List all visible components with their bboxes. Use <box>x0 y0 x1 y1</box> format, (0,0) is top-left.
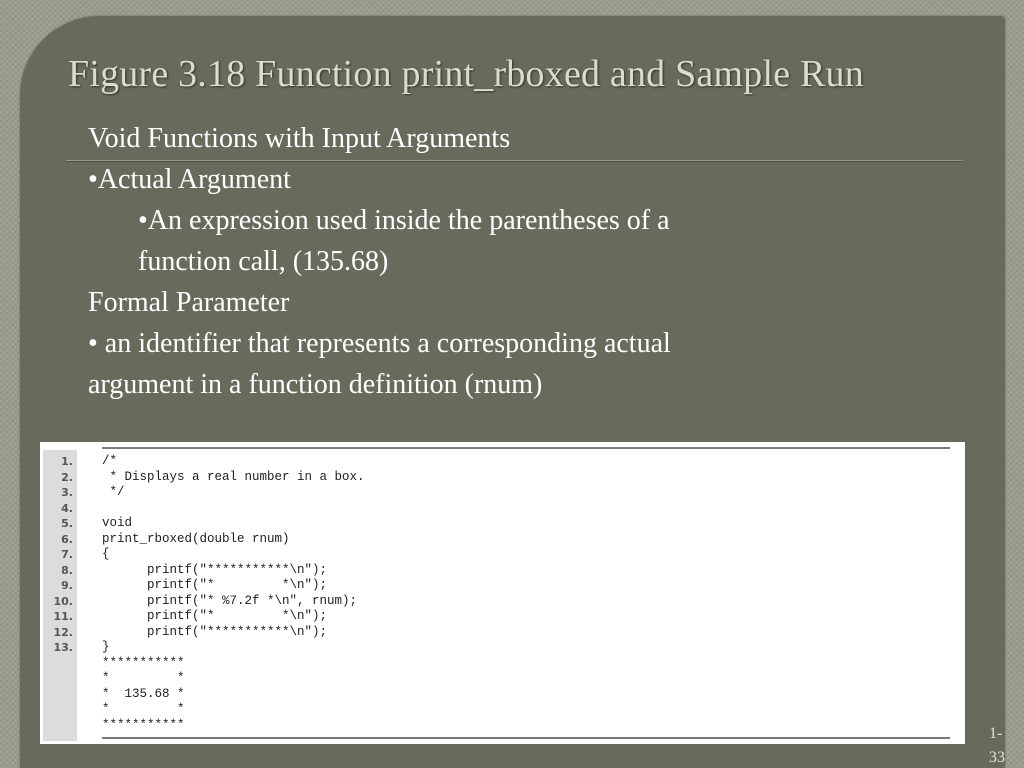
sample-run-line: * * <box>102 702 185 716</box>
sample-run-line: *********** <box>102 655 185 670</box>
figure-bottom-rule <box>102 737 950 739</box>
code-line: { <box>102 547 110 561</box>
sample-run-line: *********** <box>102 717 185 732</box>
sub-bullet-expression: •An expression used inside the parenthes… <box>138 205 670 236</box>
code-line: printf("* *\n"); <box>102 609 328 623</box>
heading-void-functions: Void Functions with Input Arguments <box>88 123 511 154</box>
code-line: printf("* *\n"); <box>102 578 328 592</box>
page-number: 1- 33 <box>989 722 1019 768</box>
sample-run-line: * 135.68 * <box>102 686 185 701</box>
line-number: 6. <box>61 532 73 546</box>
code-line: printf("***********\n"); <box>102 562 328 577</box>
code-line: print_rboxed(double rnum) <box>102 531 290 546</box>
code-line: * Displays a real number in a box. <box>102 469 365 484</box>
sub-bullet-expression-cont: function call, (135.68) <box>138 246 389 277</box>
sample-run-gutter <box>43 652 77 741</box>
page-number-prefix: 1- <box>989 725 1003 742</box>
line-number: 10. <box>53 594 74 608</box>
code-line: printf("* %7.2f *\n", rnum); <box>102 593 358 608</box>
line-number: 13. <box>53 641 74 654</box>
code-line: void <box>102 516 133 530</box>
code-figure: 1. 2. 3. 4. 5. 6. 7. 8. 9. 10. 11. 12. 1… <box>40 442 965 744</box>
line-number: 4. <box>61 501 73 515</box>
line-number: 9. <box>61 579 73 592</box>
code-line: */ <box>102 485 125 499</box>
line-number: 12. <box>53 625 74 639</box>
code-line: /* <box>102 454 118 468</box>
sample-run-line: * * <box>102 671 185 685</box>
line-number: 8. <box>61 563 73 577</box>
bullet-identifier-cont: argument in a function definition (rnum) <box>88 369 543 400</box>
line-number: 1. <box>61 455 73 468</box>
line-number: 3. <box>61 486 73 499</box>
code-line: printf("***********\n"); <box>102 624 328 639</box>
slide-title: Figure 3.18 Function print_rboxed and Sa… <box>68 53 864 95</box>
line-number: 11. <box>53 610 74 623</box>
figure-top-rule <box>102 447 950 449</box>
bullet-identifier: • an identifier that represents a corres… <box>88 328 671 359</box>
code-line: } <box>102 640 110 654</box>
slide-body: Void Functions with Input Arguments •Act… <box>88 118 938 405</box>
line-number: 7. <box>61 548 73 561</box>
bullet-actual-argument: •Actual Argument <box>88 164 291 195</box>
line-number: 2. <box>61 470 73 484</box>
line-number: 5. <box>61 517 73 530</box>
heading-formal-parameter: Formal Parameter <box>88 287 290 318</box>
page-number-value: 33 <box>989 749 1005 766</box>
